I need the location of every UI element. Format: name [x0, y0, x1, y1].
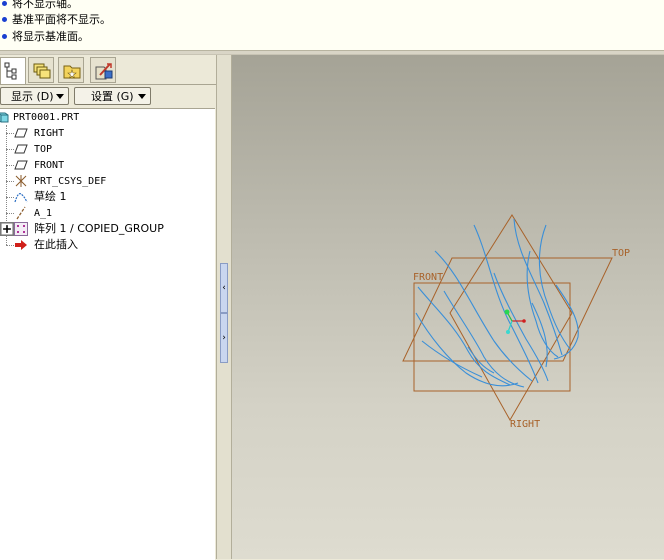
insert-here-arrow-icon: [15, 240, 27, 250]
tree-item-label: RIGHT: [34, 128, 65, 139]
message-text: 将不显示轴。: [12, 0, 78, 10]
settings-dropdown[interactable]: 设置 (G): [74, 87, 151, 105]
graphics-window[interactable]: FRONT TOP RIGHT: [232, 55, 664, 559]
tree-item-label: 阵列 1 / COPIED_GROUP: [34, 222, 164, 235]
tree-item-insert-here[interactable]: 在此插入: [14, 237, 78, 253]
tab-layers[interactable]: [28, 57, 54, 83]
panel-splitter[interactable]: ‹ ›: [216, 55, 232, 559]
sketch-curves[interactable]: [415, 218, 579, 388]
message-line: 基准平面将不显示。: [0, 12, 111, 28]
datum-plane-icon: [14, 128, 28, 138]
plane-label-front: FRONT: [413, 272, 443, 283]
tree-item-label: 在此插入: [34, 238, 78, 251]
layers-icon: [33, 63, 51, 79]
datum-plane-right[interactable]: [449, 214, 573, 422]
model-view: FRONT TOP RIGHT: [402, 214, 630, 430]
datum-plane-icon: [14, 160, 28, 170]
tree-item-pattern[interactable]: 阵列 1 / COPIED_GROUP: [0, 221, 164, 237]
tree-root-label: PRT0001.PRT: [13, 112, 80, 123]
tree-root-part[interactable]: PRT0001.PRT: [0, 109, 79, 125]
tree-item-label: FRONT: [34, 160, 65, 171]
navigator-panel: 显示 (D) 设置 (G) PRT0001.PRT RIGHT TOP FRON…: [0, 55, 218, 560]
pattern-icon: [14, 222, 28, 236]
expand-plus-icon[interactable]: [0, 222, 14, 236]
tree-item-top[interactable]: TOP: [14, 141, 52, 157]
tree-item-right[interactable]: RIGHT: [14, 125, 64, 141]
tree-item-label: 草绘 1: [34, 190, 67, 203]
tree-connector: [6, 213, 14, 214]
collapse-left-button[interactable]: ‹: [220, 263, 228, 313]
tab-connections[interactable]: [90, 57, 116, 83]
plane-label-right: RIGHT: [510, 419, 540, 430]
tab-favorites[interactable]: [58, 57, 84, 83]
settings-dropdown-label: 设置 (G): [91, 90, 134, 103]
tree-connector: [6, 149, 14, 150]
expand-right-button[interactable]: ›: [220, 313, 228, 363]
message-area: 将不显示轴。 基准平面将不显示。 将显示基准面。: [0, 0, 664, 51]
tree-item-csys[interactable]: PRT_CSYS_DEF: [14, 173, 106, 189]
tree-connector: [6, 133, 14, 134]
show-dropdown-label: 显示 (D): [11, 90, 54, 103]
coordinate-system-icon: [15, 175, 27, 187]
tree-connector: [6, 165, 14, 166]
chevron-down-icon: [138, 94, 146, 99]
connections-icon: [95, 63, 113, 80]
tree-toolbar: 显示 (D) 设置 (G): [0, 84, 218, 107]
tree-item-sketch[interactable]: 草绘 1: [14, 189, 67, 205]
tree-item-axis[interactable]: A_1: [14, 205, 52, 221]
plane-label-top: TOP: [612, 248, 630, 259]
favorites-folder-icon: [63, 65, 81, 79]
tree-connector: [6, 245, 14, 246]
tree-item-label: A_1: [34, 208, 53, 219]
tree-connector: [6, 197, 14, 198]
message-line: 将不显示轴。: [0, 0, 78, 12]
tab-model-tree[interactable]: [0, 57, 26, 85]
tree-item-label: TOP: [34, 144, 53, 155]
model-tree-icon: [4, 62, 17, 80]
navigator-tabs: [0, 55, 218, 85]
sketch-icon: [14, 193, 28, 203]
datum-plane-icon: [14, 144, 28, 154]
tree-item-front[interactable]: FRONT: [14, 157, 64, 173]
show-dropdown[interactable]: 显示 (D): [0, 87, 69, 105]
part-icon: [0, 112, 9, 123]
message-text: 基准平面将不显示。: [12, 13, 111, 26]
datum-axis-icon: [16, 206, 26, 220]
message-line: 将显示基准面。: [0, 29, 89, 45]
tree-connector: [6, 181, 14, 182]
coordinate-system-marker[interactable]: [504, 309, 526, 335]
chevron-down-icon: [56, 94, 64, 99]
tree-item-label: PRT_CSYS_DEF: [34, 176, 107, 187]
model-tree: PRT0001.PRT RIGHT TOP FRONT PRT_CSYS_DEF…: [0, 108, 215, 560]
message-text: 将显示基准面。: [12, 30, 89, 43]
